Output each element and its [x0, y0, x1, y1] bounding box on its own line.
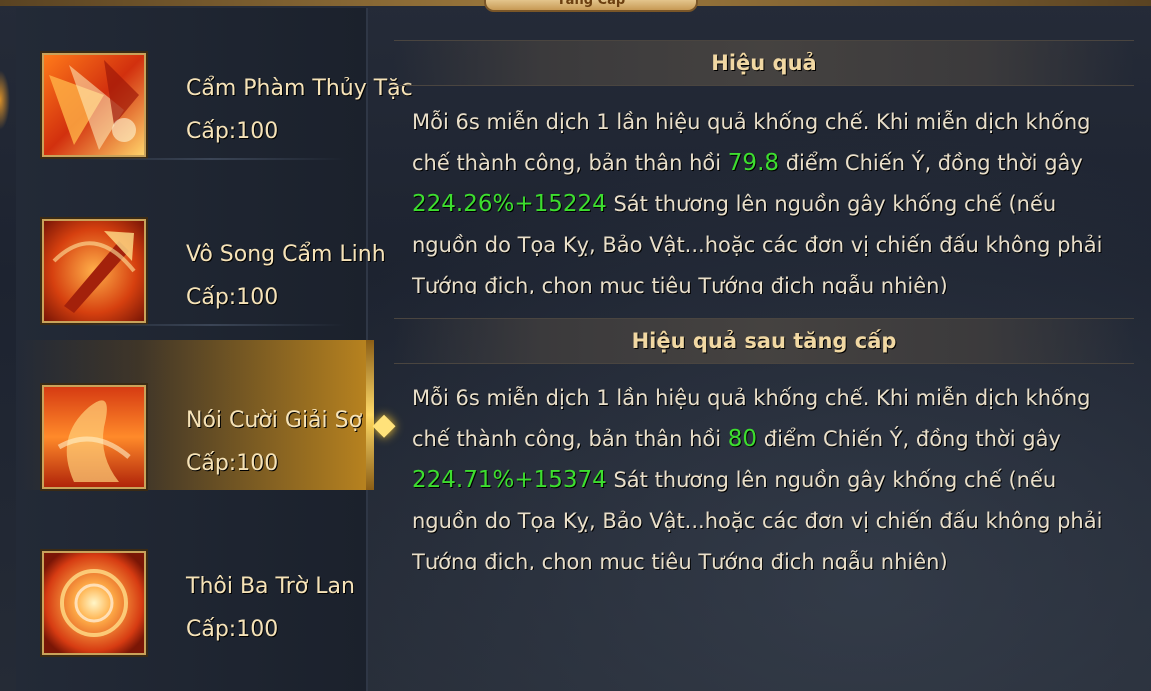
skill-item-4[interactable]: Thôi Ba Trờ Lan Cấp:100: [16, 506, 366, 656]
fire-vortex-icon: [42, 551, 146, 655]
skill-name: Thôi Ba Trờ Lan: [186, 574, 355, 599]
upgraded-effect-title: Hiệu quả sau tăng cấp: [631, 329, 897, 353]
upgraded-effect-header: Hiệu quả sau tăng cấp: [394, 318, 1134, 364]
effect-value: 224.26%+15224: [412, 191, 607, 217]
current-effect-title: Hiệu quả: [711, 51, 817, 75]
upgraded-effect-description: Mỗi 6s miễn dịch 1 lần hiệu quả khống ch…: [412, 378, 1112, 570]
skill-item-2[interactable]: Vô Song Cẩm Linh Cấp:100: [16, 174, 386, 326]
divider: [76, 158, 346, 160]
skill-name: Vô Song Cẩm Linh: [186, 242, 386, 267]
skill-level: Cấp:100: [186, 451, 279, 476]
effect-text: điểm Chiến Ý, đồng thời gây: [757, 427, 1061, 451]
effect-value: 224.71%+15374: [412, 467, 607, 493]
current-effect-description: Mỗi 6s miễn dịch 1 lần hiệu quả khống ch…: [412, 102, 1112, 294]
effect-value: 80: [727, 426, 758, 452]
flame-blade-icon: [42, 219, 146, 323]
edge-glow: [0, 70, 10, 130]
skill-item-3[interactable]: Nói Cười Giải Sợ Cấp:100: [16, 340, 374, 490]
divider: [76, 324, 346, 326]
skill-level: Cấp:100: [186, 617, 279, 642]
flame-claw-icon: [42, 53, 146, 157]
skill-item-1[interactable]: Cẩm Phàm Thủy Tặc Cấp:100: [16, 8, 413, 160]
skill-level: Cấp:100: [186, 285, 279, 310]
effect-text: điểm Chiến Ý, đồng thời gây: [779, 151, 1083, 175]
skill-detail-panel: Hiệu quả Mỗi 6s miễn dịch 1 lần hiệu quả…: [378, 0, 1151, 691]
effect-value: 79.8: [727, 150, 780, 176]
current-effect-header: Hiệu quả: [394, 40, 1134, 86]
skill-level: Cấp:100: [186, 119, 279, 144]
skill-name: Nói Cười Giải Sợ: [186, 408, 363, 433]
flame-swirl-icon: [42, 385, 146, 489]
